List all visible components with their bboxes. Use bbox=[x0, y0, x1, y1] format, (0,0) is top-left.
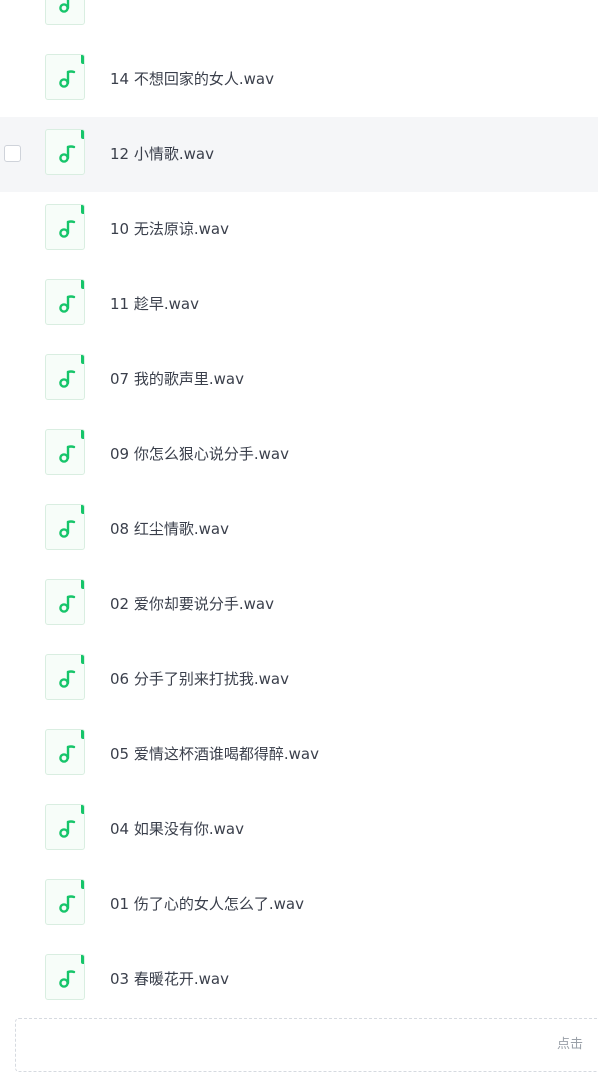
music-note-icon bbox=[45, 279, 85, 325]
music-note-icon bbox=[45, 579, 85, 625]
file-row[interactable]: 04 如果没有你.wav bbox=[0, 792, 598, 867]
file-name[interactable]: 12 小情歌.wav bbox=[110, 143, 214, 165]
music-note-icon bbox=[45, 654, 85, 700]
music-note-icon bbox=[45, 54, 85, 100]
file-row[interactable]: 05 爱情这杯酒谁喝都得醉.wav bbox=[0, 717, 598, 792]
music-note-icon bbox=[45, 879, 85, 925]
file-name[interactable]: 01 伤了心的女人怎么了.wav bbox=[110, 893, 304, 915]
file-name[interactable]: 08 红尘情歌.wav bbox=[110, 518, 229, 540]
music-note-icon bbox=[45, 954, 85, 1000]
file-row[interactable]: 06 分手了别来打扰我.wav bbox=[0, 642, 598, 717]
file-name[interactable]: 02 爱你却要说分手.wav bbox=[110, 593, 274, 615]
file-name[interactable]: 11 趁早.wav bbox=[110, 293, 199, 315]
file-row[interactable]: 11 趁早.wav bbox=[0, 267, 598, 342]
file-row[interactable]: 01 伤了心的女人怎么了.wav bbox=[0, 867, 598, 942]
music-note-icon bbox=[45, 129, 85, 175]
music-note-icon bbox=[45, 504, 85, 550]
file-row[interactable]: 10 无法原谅.wav bbox=[0, 192, 598, 267]
file-name[interactable]: 14 不想回家的女人.wav bbox=[110, 68, 274, 90]
file-name[interactable]: 04 如果没有你.wav bbox=[110, 818, 244, 840]
file-name[interactable]: 09 你怎么狠心说分手.wav bbox=[110, 443, 289, 465]
file-name[interactable]: 05 爱情这杯酒谁喝都得醉.wav bbox=[110, 743, 319, 765]
upload-hint-text[interactable]: 点击 bbox=[557, 1035, 583, 1055]
file-name[interactable]: 03 春暖花开.wav bbox=[110, 968, 229, 990]
music-note-icon bbox=[45, 204, 85, 250]
file-name[interactable]: 10 无法原谅.wav bbox=[110, 218, 229, 240]
music-note-icon bbox=[45, 729, 85, 775]
file-row[interactable] bbox=[0, 0, 598, 42]
file-row[interactable]: 02 爱你却要说分手.wav bbox=[0, 567, 598, 642]
file-row[interactable]: 07 我的歌声里.wav bbox=[0, 342, 598, 417]
upload-drop-zone[interactable]: 点击 bbox=[15, 1018, 598, 1072]
file-list: 14 不想回家的女人.wav 12 小情歌.wav 10 无法原谅.wav 11… bbox=[0, 0, 598, 1017]
music-note-icon bbox=[45, 429, 85, 475]
file-browser: 14 不想回家的女人.wav 12 小情歌.wav 10 无法原谅.wav 11… bbox=[0, 0, 598, 1078]
music-note-icon bbox=[45, 0, 85, 25]
file-checkbox[interactable] bbox=[4, 145, 21, 162]
file-row[interactable]: 12 小情歌.wav bbox=[0, 117, 598, 192]
music-note-icon bbox=[45, 354, 85, 400]
file-name[interactable]: 07 我的歌声里.wav bbox=[110, 368, 244, 390]
file-name[interactable]: 06 分手了别来打扰我.wav bbox=[110, 668, 289, 690]
file-row[interactable]: 09 你怎么狠心说分手.wav bbox=[0, 417, 598, 492]
file-row[interactable]: 03 春暖花开.wav bbox=[0, 942, 598, 1017]
music-note-icon bbox=[45, 804, 85, 850]
file-row[interactable]: 08 红尘情歌.wav bbox=[0, 492, 598, 567]
file-row[interactable]: 14 不想回家的女人.wav bbox=[0, 42, 598, 117]
